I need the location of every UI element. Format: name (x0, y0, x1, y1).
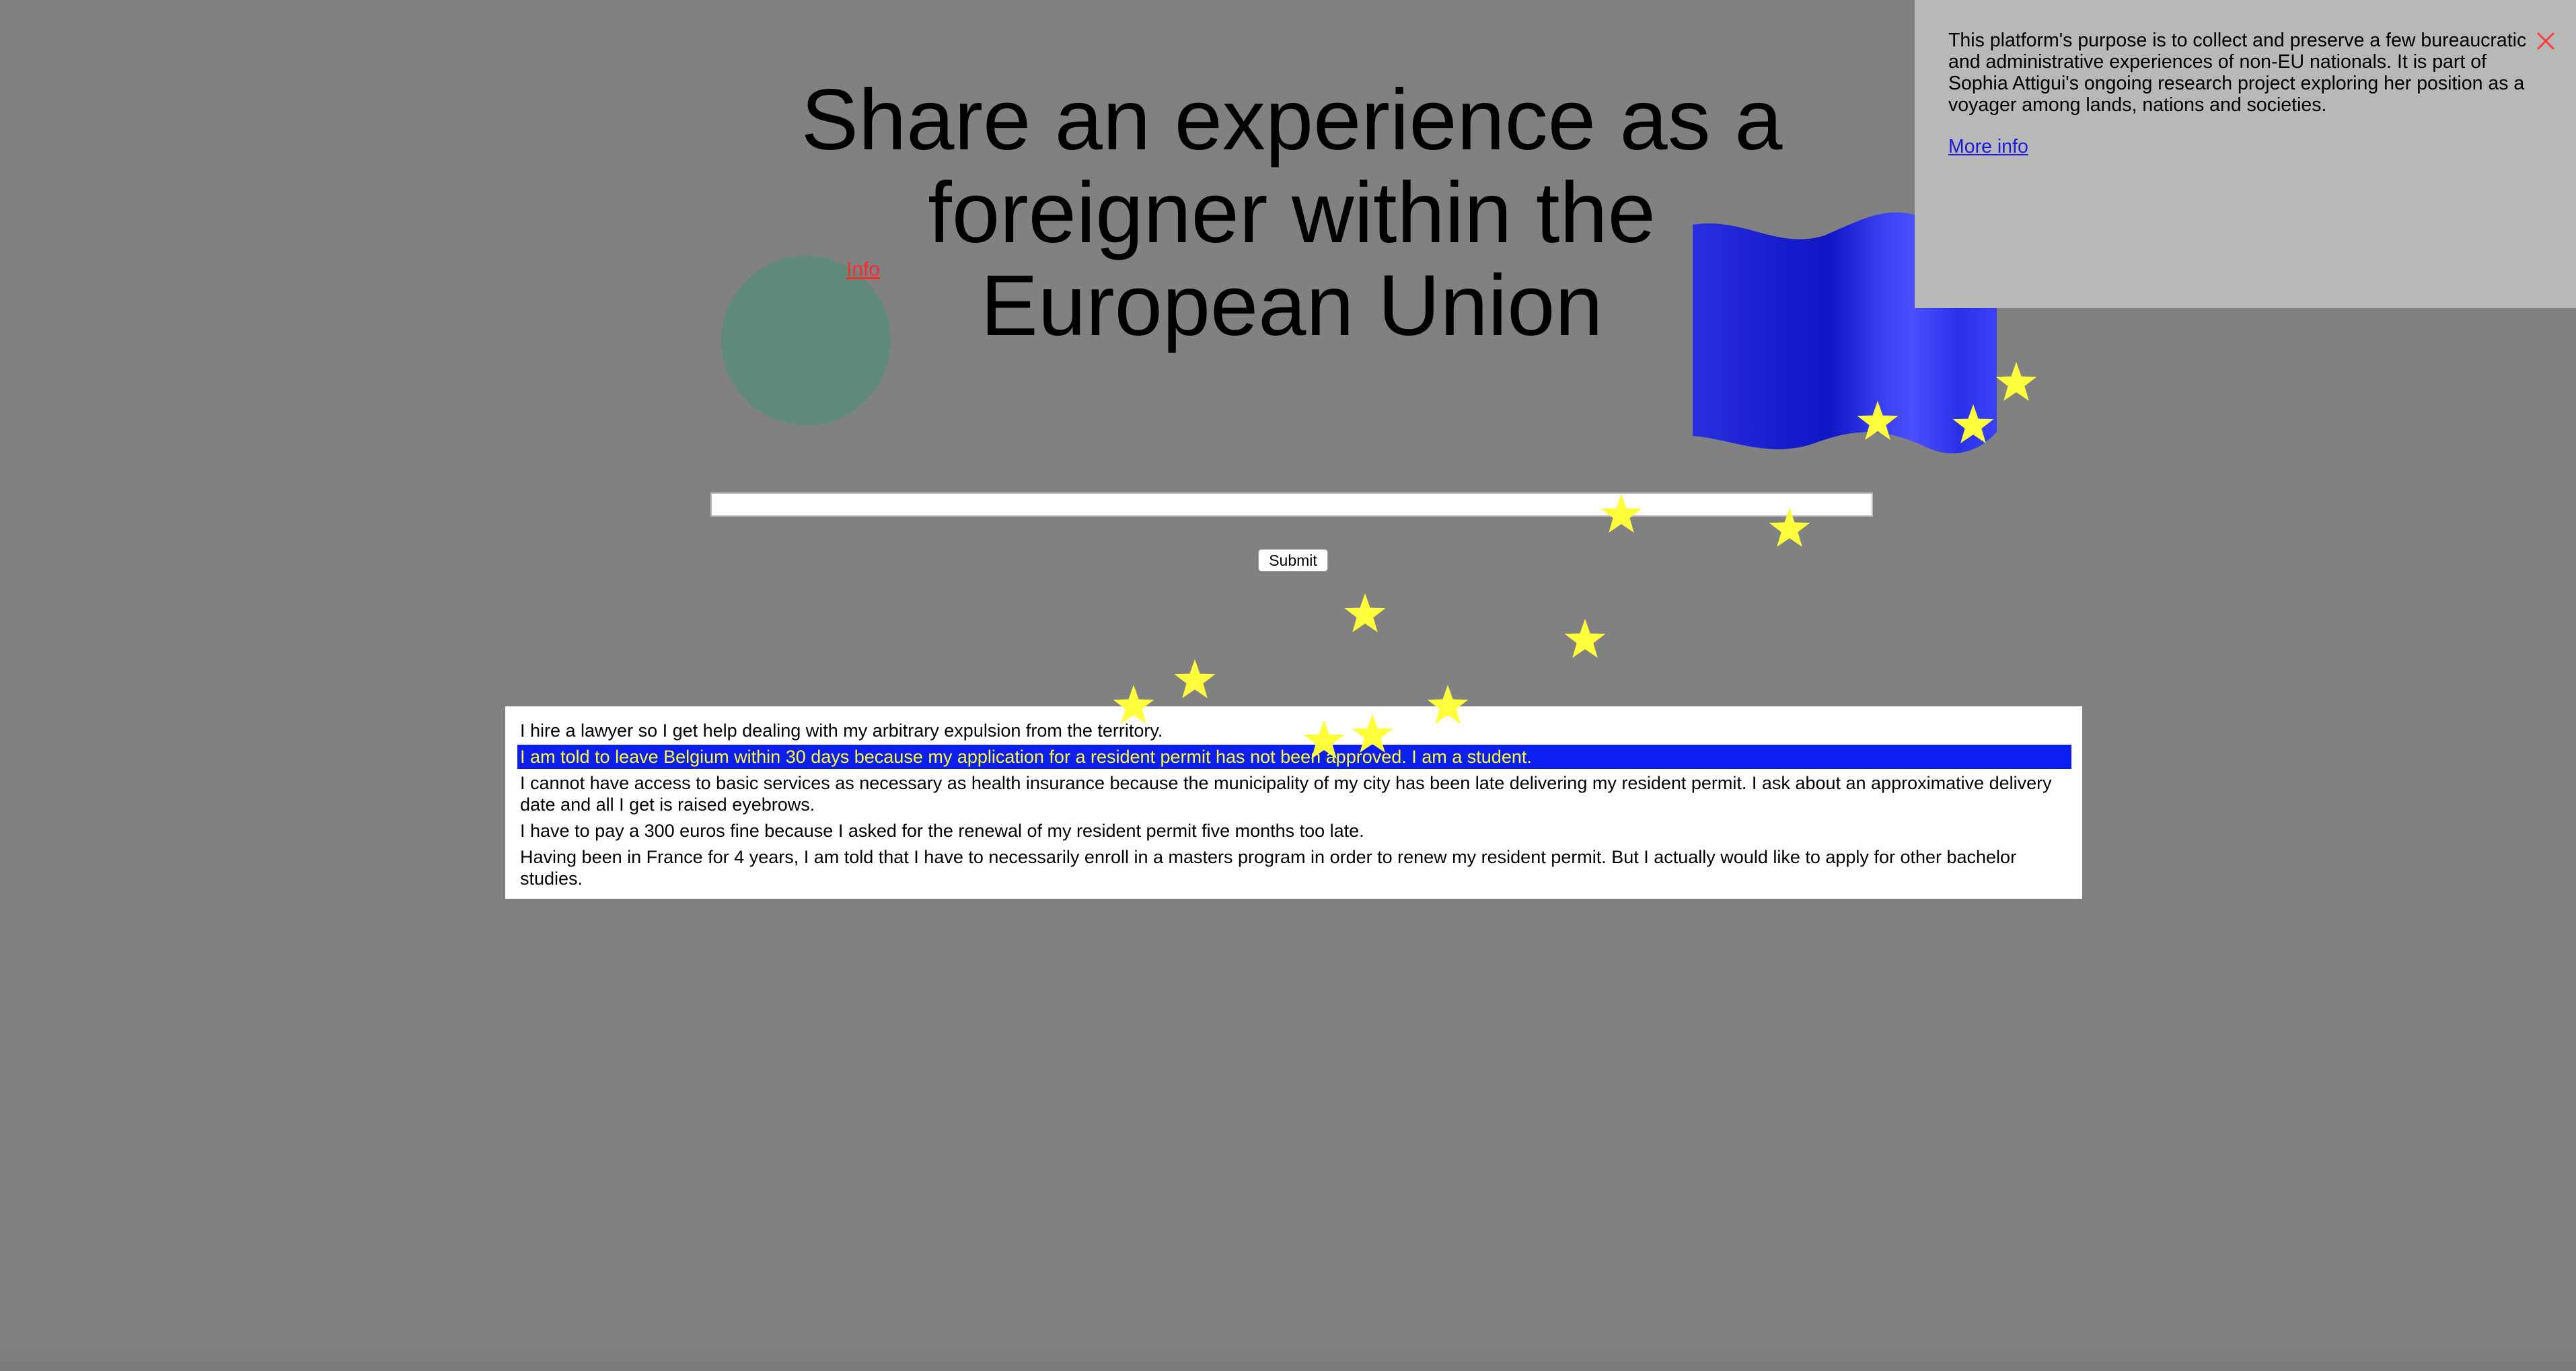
more-info-link[interactable]: More info (1948, 136, 2028, 158)
page-title: Share an experience as a foreigner withi… (801, 72, 1783, 354)
close-icon[interactable] (2534, 30, 2557, 52)
submit-button[interactable]: Submit (1258, 549, 1328, 572)
info-link[interactable]: Info (846, 258, 880, 281)
star-icon (1344, 593, 1386, 632)
star-icon (1174, 659, 1216, 698)
experience-input[interactable] (710, 492, 1873, 517)
list-item[interactable]: I have to pay a 300 euros fine because I… (517, 819, 2071, 843)
list-item[interactable]: I hire a lawyer so I get help dealing wi… (517, 718, 2071, 743)
bottom-shade (0, 1345, 2576, 1371)
list-item-highlighted[interactable]: I am told to leave Belgium within 30 day… (517, 745, 2071, 769)
info-panel: This platform's purpose is to collect an… (1915, 0, 2576, 308)
experience-list: I hire a lawyer so I get help dealing wi… (505, 706, 2082, 899)
page: Share an experience as a foreigner withi… (0, 0, 2576, 1371)
star-icon (1564, 619, 1606, 658)
list-item[interactable]: I cannot have access to basic services a… (517, 771, 2071, 817)
star-icon (1995, 362, 2037, 401)
info-text: This platform's purpose is to collect an… (1948, 30, 2527, 116)
list-item[interactable]: Having been in France for 4 years, I am … (517, 845, 2071, 891)
